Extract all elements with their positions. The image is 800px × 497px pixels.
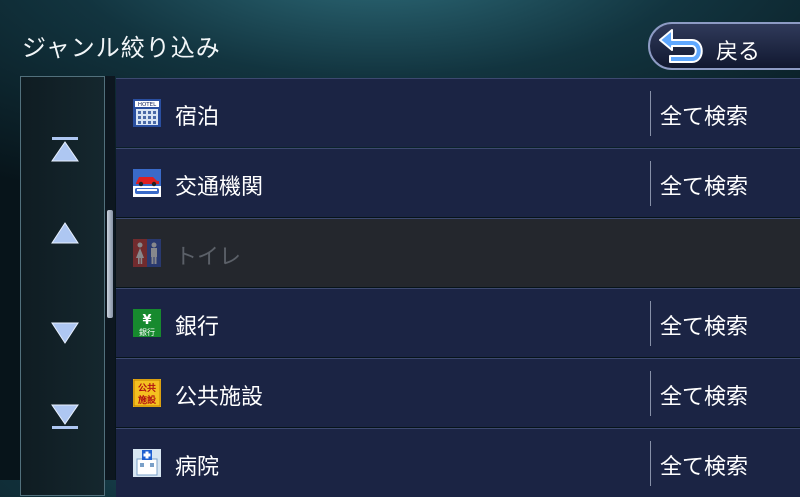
- page-title: ジャンル絞り込み: [22, 34, 221, 62]
- svg-text:公共: 公共: [138, 382, 156, 394]
- bank-icon: ¥ 銀行: [133, 309, 161, 337]
- toilet-icon: [133, 239, 161, 267]
- svg-text:HOTEL: HOTEL: [138, 102, 157, 108]
- divider: [650, 441, 651, 486]
- scrollbar-thumb[interactable]: [107, 210, 113, 318]
- hospital-icon: [133, 449, 161, 477]
- scroll-top-icon[interactable]: [51, 135, 79, 163]
- list-item-label: 病院: [175, 455, 220, 480]
- car-train-icon: [133, 169, 161, 197]
- public-facility-icon: 公共 施設: [133, 379, 161, 407]
- divider: [650, 301, 651, 346]
- list-item-toilet: トイレ: [116, 218, 800, 287]
- back-arrow-icon: [659, 29, 703, 63]
- back-button-label: 戻る: [716, 40, 761, 65]
- genre-list: HOTEL 宿泊 全て検索 交通機関 全て検索 トイレ ¥ 銀行 銀行 全て検索…: [116, 78, 800, 497]
- list-item-hospital[interactable]: 病院 全て検索: [116, 428, 800, 497]
- list-item-label: 交通機関: [175, 175, 264, 200]
- divider: [650, 371, 651, 416]
- scroll-sidebar: [20, 76, 105, 496]
- search-all-button[interactable]: 全て検索: [660, 99, 748, 131]
- divider: [650, 161, 651, 206]
- search-all-button[interactable]: 全て検索: [660, 449, 748, 481]
- list-item-public-facility[interactable]: 公共 施設 公共施設 全て検索: [116, 358, 800, 427]
- list-item-label: 宿泊: [175, 105, 220, 130]
- list-item-hotel[interactable]: HOTEL 宿泊 全て検索: [116, 78, 800, 147]
- svg-text:¥: ¥: [142, 313, 151, 328]
- search-all-button[interactable]: 全て検索: [660, 309, 748, 341]
- list-item-label: 銀行: [175, 315, 220, 340]
- list-item-transport[interactable]: 交通機関 全て検索: [116, 148, 800, 217]
- svg-text:施設: 施設: [138, 394, 157, 406]
- search-all-button[interactable]: 全て検索: [660, 379, 748, 411]
- list-item-label: 公共施設: [175, 385, 264, 410]
- hotel-icon: HOTEL: [133, 99, 161, 127]
- scroll-down-icon[interactable]: [51, 319, 79, 347]
- scroll-up-icon[interactable]: [51, 219, 79, 247]
- list-item-label: トイレ: [175, 245, 242, 270]
- back-button[interactable]: 戻る: [648, 22, 800, 70]
- divider: [650, 91, 651, 136]
- list-item-bank[interactable]: ¥ 銀行 銀行 全て検索: [116, 288, 800, 357]
- svg-text:銀行: 銀行: [139, 327, 155, 337]
- scroll-bottom-icon[interactable]: [51, 403, 79, 431]
- search-all-button[interactable]: 全て検索: [660, 169, 748, 201]
